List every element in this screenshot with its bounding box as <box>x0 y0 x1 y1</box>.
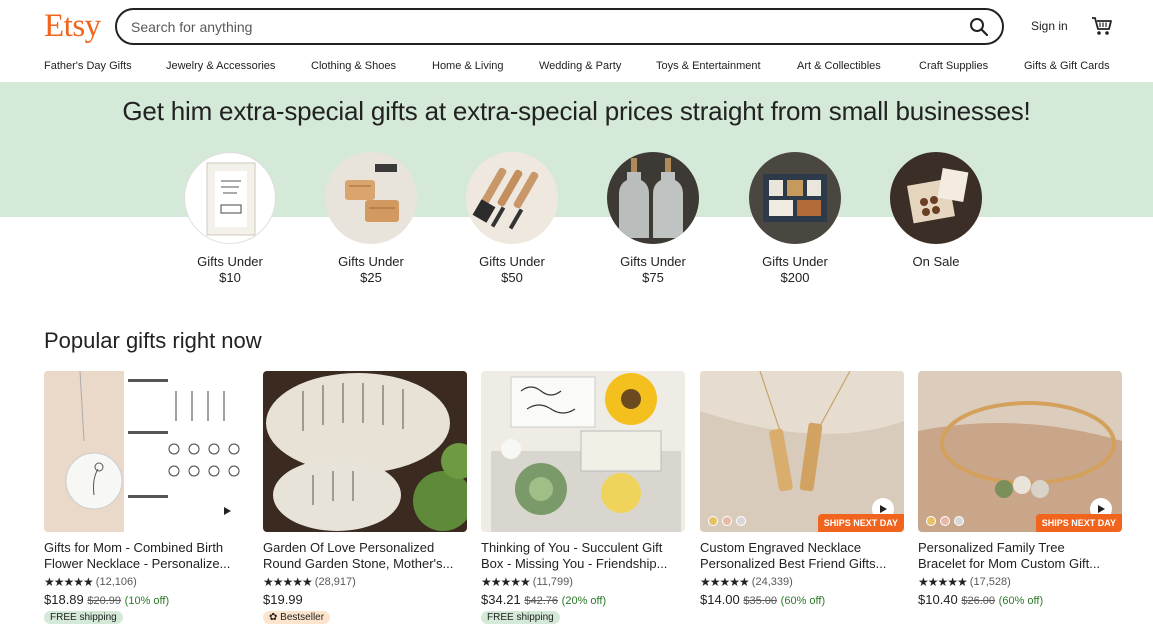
bestseller-label: Bestseller <box>280 612 325 623</box>
category-image-under-50[interactable] <box>466 152 558 244</box>
product-card[interactable]: SHIPS NEXT DAY Personalized Family Tree … <box>918 371 1122 607</box>
sale-price: $34.21 <box>481 592 521 607</box>
free-shipping-badge: FREE shipping <box>44 611 123 624</box>
product-image[interactable] <box>263 371 467 532</box>
original-price: $35.00 <box>743 595 778 607</box>
discount: (60% off) <box>780 595 826 607</box>
review-count: (17,528) <box>969 576 1011 588</box>
category-label-under-75[interactable]: Gifts Under $75 <box>593 254 713 286</box>
product-title-line2[interactable]: Personalized Best Friend Gifts... <box>700 556 904 572</box>
free-shipping-badge: FREE shipping <box>481 611 560 624</box>
star-rating: ★★★★★ <box>700 575 750 589</box>
review-count: (28,917) <box>314 576 356 588</box>
star-rating: ★★★★★ <box>481 575 531 589</box>
product-rating: ★★★★★ (24,339) <box>700 575 904 589</box>
ships-next-day-badge: SHIPS NEXT DAY <box>817 514 904 532</box>
ships-next-day-badge: SHIPS NEXT DAY <box>1035 514 1122 532</box>
nav-item-art[interactable]: Art & Collectibles <box>797 60 881 72</box>
product-price: $34.21 $42.76 (20% off) <box>481 592 685 607</box>
product-title-line2[interactable]: Box - Missing You - Friendship... <box>481 556 685 572</box>
discount: (10% off) <box>124 595 170 607</box>
review-count: (12,106) <box>95 576 137 588</box>
product-rating: ★★★★★ (28,917) <box>263 575 467 589</box>
play-icon[interactable] <box>216 500 238 522</box>
category-image-under-10[interactable] <box>184 152 276 244</box>
review-count: (11,799) <box>532 576 573 588</box>
sale-price: $10.40 <box>918 592 958 607</box>
category-label-under-25[interactable]: Gifts Under $25 <box>311 254 431 286</box>
product-image[interactable]: SHIPS NEXT DAY <box>918 371 1122 532</box>
product-price: $10.40 $26.00 (60% off) <box>918 592 1122 607</box>
nav-item-jewelry[interactable]: Jewelry & Accessories <box>166 60 275 72</box>
product-title[interactable]: Gifts for Mom - Combined Birth <box>44 540 248 556</box>
etsy-logo[interactable]: Etsy <box>44 8 101 45</box>
product-title-line2[interactable]: Flower Necklace - Personalize... <box>44 556 248 572</box>
product-title[interactable]: Thinking of You - Succulent Gift <box>481 540 685 556</box>
product-card[interactable]: Garden Of Love Personalized Round Garden… <box>263 371 467 625</box>
product-title-line2[interactable]: Round Garden Stone, Mother's... <box>263 556 467 572</box>
nav-item-craft[interactable]: Craft Supplies <box>919 60 988 72</box>
category-image-under-25[interactable] <box>325 152 417 244</box>
product-price: $18.89 $20.99 (10% off) <box>44 592 248 607</box>
star-rating: ★★★★★ <box>263 575 313 589</box>
product-title[interactable]: Garden Of Love Personalized <box>263 540 467 556</box>
discount: (20% off) <box>561 595 607 607</box>
search-input[interactable] <box>131 18 968 35</box>
product-card[interactable]: Gifts for Mom - Combined Birth Flower Ne… <box>44 371 248 625</box>
product-rating: ★★★★★ (11,799) <box>481 575 685 589</box>
product-price: $19.99 <box>263 592 467 607</box>
nav-item-wedding[interactable]: Wedding & Party <box>539 60 621 72</box>
product-image[interactable]: SHIPS NEXT DAY <box>700 371 904 532</box>
product-price: $14.00 $35.00 (60% off) <box>700 592 904 607</box>
bestseller-badge: ✿ Bestseller <box>263 611 331 624</box>
color-swatches[interactable] <box>926 516 964 526</box>
product-image[interactable] <box>481 371 685 532</box>
cart-icon[interactable] <box>1091 15 1113 37</box>
color-swatches[interactable] <box>708 516 746 526</box>
original-price: $20.99 <box>87 595 122 607</box>
sale-price: $14.00 <box>700 592 740 607</box>
product-card[interactable]: Thinking of You - Succulent Gift Box - M… <box>481 371 685 625</box>
sign-in-link[interactable]: Sign in <box>1031 19 1068 33</box>
product-title[interactable]: Personalized Family Tree <box>918 540 1122 556</box>
section-title: Popular gifts right now <box>44 328 262 353</box>
sale-price: $18.89 <box>44 592 84 607</box>
nav-item-clothing[interactable]: Clothing & Shoes <box>311 60 396 72</box>
product-image[interactable] <box>44 371 248 532</box>
product-title-line2[interactable]: Bracelet for Mom Custom Gift... <box>918 556 1122 572</box>
original-price: $26.00 <box>961 595 996 607</box>
nav-item-home[interactable]: Home & Living <box>432 60 504 72</box>
discount: (60% off) <box>998 595 1044 607</box>
bestseller-icon: ✿ <box>269 612 278 623</box>
review-count: (24,339) <box>751 576 793 588</box>
category-image-under-200[interactable] <box>749 152 841 244</box>
category-label-under-10[interactable]: Gifts Under $10 <box>170 254 290 286</box>
star-rating: ★★★★★ <box>44 575 94 589</box>
search-bar[interactable] <box>115 8 1004 45</box>
nav-item-toys[interactable]: Toys & Entertainment <box>656 60 761 72</box>
product-rating: ★★★★★ (12,106) <box>44 575 248 589</box>
star-rating: ★★★★★ <box>918 575 968 589</box>
category-label-under-200[interactable]: Gifts Under $200 <box>735 254 855 286</box>
banner-title: Get him extra-special gifts at extra-spe… <box>122 96 1031 126</box>
category-nav: Father's Day Gifts Jewelry & Accessories… <box>0 58 1153 80</box>
product-title[interactable]: Custom Engraved Necklace <box>700 540 904 556</box>
sale-price: $19.99 <box>263 592 303 607</box>
search-icon[interactable] <box>968 16 990 38</box>
nav-item-fathers-day[interactable]: Father's Day Gifts <box>44 60 132 72</box>
product-rating: ★★★★★ (17,528) <box>918 575 1122 589</box>
category-label-under-50[interactable]: Gifts Under $50 <box>452 254 572 286</box>
category-label-on-sale[interactable]: On Sale <box>876 254 996 270</box>
category-image-on-sale[interactable] <box>890 152 982 244</box>
nav-item-gifts[interactable]: Gifts & Gift Cards <box>1024 60 1110 72</box>
product-card[interactable]: SHIPS NEXT DAY Custom Engraved Necklace … <box>700 371 904 607</box>
original-price: $42.76 <box>524 595 559 607</box>
category-image-under-75[interactable] <box>607 152 699 244</box>
